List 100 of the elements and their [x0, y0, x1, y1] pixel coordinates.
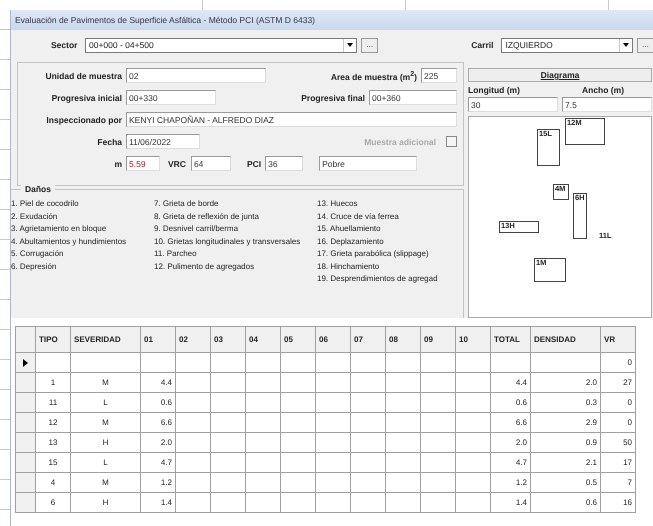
- table-cell: [386, 412, 420, 432]
- carril-dropdown[interactable]: IZQUIERDO: [501, 38, 633, 52]
- table-cell: 4.7: [490, 452, 530, 472]
- table-cell: [210, 352, 246, 372]
- damage-type-item: 1. Piel de cocodrilo: [11, 199, 80, 208]
- table-cell: 2.0: [530, 372, 600, 392]
- field-label: PCI: [246, 158, 262, 168]
- table-cell: 15: [36, 452, 70, 472]
- table-cell: [316, 452, 350, 472]
- table-cell: 4: [36, 472, 70, 492]
- table-cell: 4.7: [140, 452, 176, 472]
- field-label: Progresiva final: [301, 92, 365, 102]
- table-cell: [420, 392, 456, 412]
- damage-type-item: 12. Pulimento de agregados: [154, 262, 256, 271]
- table-cell: [246, 392, 280, 412]
- fecha-field[interactable]: 11/06/2022: [126, 134, 200, 149]
- table-cell: 0.6: [530, 492, 600, 512]
- table-cell: [316, 372, 350, 392]
- inspector-field[interactable]: KENYI CHAPOÑAN - ALFREDO DIAZ: [126, 112, 457, 127]
- table-cell: 0.6: [140, 392, 176, 412]
- table-cell: [280, 432, 316, 452]
- carril-label: Carril: [471, 40, 494, 50]
- table-cell: [420, 432, 456, 452]
- table-cell: L: [70, 392, 140, 412]
- unidad-field[interactable]: 02: [126, 68, 266, 83]
- table-cell: [456, 372, 490, 392]
- row-header[interactable]: [16, 352, 36, 372]
- table-cell: [386, 372, 420, 392]
- table-cell: 0.6: [490, 392, 530, 412]
- table-cell: [490, 352, 530, 372]
- table-cell: 4.4: [490, 372, 530, 392]
- sector-dropdown[interactable]: 00+000 - 04+500: [85, 38, 358, 52]
- table-cell: [280, 452, 316, 472]
- table-cell: [246, 432, 280, 452]
- damage-type-item: 14. Cruce de vía ferrea: [317, 212, 400, 221]
- table-cell: [386, 392, 420, 412]
- table-cell: [210, 492, 246, 512]
- pci-field[interactable]: 36: [265, 156, 304, 171]
- table-cell: [316, 432, 350, 452]
- table-cell: [316, 352, 350, 372]
- table-cell: 0: [600, 412, 636, 432]
- current-row-icon: [23, 359, 28, 367]
- table-cell: [316, 412, 350, 432]
- column-header: VR: [600, 326, 636, 352]
- field-label: Unidad de muestra: [44, 70, 122, 80]
- row-header: [16, 326, 36, 352]
- damage-type-item: 6. Depresión: [11, 262, 58, 271]
- table-cell: [350, 412, 386, 432]
- table-cell: [350, 372, 386, 392]
- table-cell: 0: [600, 392, 636, 412]
- diagrama-button[interactable]: Diagrama: [468, 68, 652, 82]
- column-header: TIPO: [36, 326, 70, 352]
- table-cell: [420, 492, 456, 512]
- table-cell: [246, 472, 280, 492]
- table-cell: 1.4: [490, 492, 530, 512]
- table-cell: [530, 352, 600, 372]
- table-cell: [210, 452, 246, 472]
- table-cell: [350, 392, 386, 412]
- table-cell: [176, 412, 210, 432]
- table-cell: [176, 372, 210, 392]
- field-label: Fecha: [96, 136, 122, 146]
- table-cell: [386, 452, 420, 472]
- column-header: SEVERIDAD: [70, 326, 140, 352]
- sector-browse-button[interactable]: ...: [361, 38, 378, 52]
- damage-type-item: 7. Grieta de borde: [154, 199, 220, 208]
- damage-type-item: 3. Agrietamiento en bloque: [11, 224, 108, 234]
- table-cell: [246, 492, 280, 512]
- table-cell: H: [70, 492, 140, 512]
- area-field[interactable]: 225: [421, 68, 457, 83]
- condicion-field[interactable]: Pobre: [319, 156, 418, 171]
- table-cell: 4.4: [140, 372, 176, 392]
- table-cell: 2.0: [140, 432, 176, 452]
- field-label: m: [113, 158, 122, 168]
- table-cell: 2.1: [530, 452, 600, 472]
- vrc-field[interactable]: 64: [190, 156, 231, 171]
- table-cell: M: [70, 472, 140, 492]
- table-cell: 6.6: [140, 412, 176, 432]
- damage-type-item: 18. Hinchamiento: [317, 262, 380, 271]
- table-cell: [350, 472, 386, 492]
- m-field[interactable]: 5.59: [126, 156, 160, 171]
- window-title: Evaluación de Pavimentos de Superficie Asfáltica - Método PCI (ASTM D 6433): [11, 10, 653, 30]
- progresiva-final-field[interactable]: 00+360: [369, 90, 457, 105]
- damage-type-item: 5. Corrugación: [11, 249, 64, 258]
- table-cell: [456, 392, 490, 412]
- column-header: 08: [386, 326, 420, 352]
- ancho-field[interactable]: 7.5: [562, 97, 652, 112]
- longitud-field[interactable]: 30: [468, 97, 558, 112]
- table-cell: 13: [36, 432, 70, 452]
- carril-browse-button[interactable]: ...: [636, 38, 653, 52]
- table-cell: [420, 472, 456, 492]
- group-title: Daños: [21, 184, 55, 194]
- damage-type-item: 13. Huecos: [317, 199, 358, 208]
- progresiva-inicial-field[interactable]: 00+330: [126, 90, 216, 105]
- table-cell: [316, 392, 350, 412]
- column-header: 09: [420, 326, 456, 352]
- table-cell: 7: [600, 472, 636, 492]
- table-cell: [386, 472, 420, 492]
- table-cell: M: [70, 372, 140, 392]
- table-cell: [350, 432, 386, 452]
- table-cell: [350, 352, 386, 372]
